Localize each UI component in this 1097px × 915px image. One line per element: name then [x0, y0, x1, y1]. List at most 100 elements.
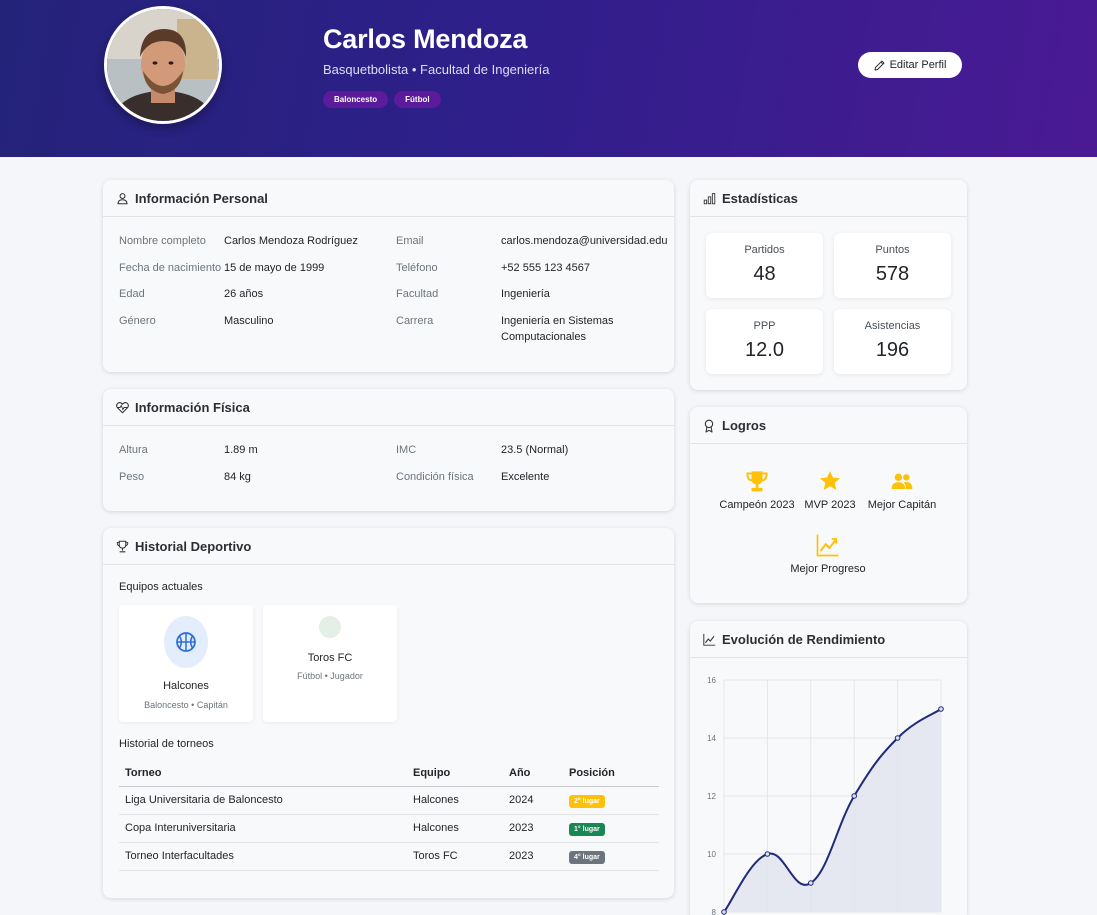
cell-equipo: Toros FC [407, 842, 503, 871]
tag-baloncesto: Baloncesto [323, 91, 389, 108]
stat-ppp: PPP 12.0 [706, 309, 823, 374]
col-equipo: Equipo [407, 760, 503, 787]
stat-asistencias: Asistencias 196 [834, 309, 951, 374]
cell-torneo: Torneo Interfacultades [119, 842, 407, 871]
label-height: Altura [119, 444, 148, 456]
team-card-halcones[interactable]: Halcones Baloncesto • Capitán [119, 605, 253, 722]
value-bmi: 23.5 (Normal) [501, 444, 569, 456]
y-tick-label: 10 [707, 850, 716, 859]
label-faculty: Facultad [396, 288, 439, 300]
value-birth-date: 15 de mayo de 1999 [224, 262, 325, 274]
edit-profile-label: Editar Perfil [889, 59, 947, 71]
cell-anio: 2024 [503, 786, 563, 815]
label-fitness: Condición física [396, 471, 474, 483]
label-age: Edad [119, 288, 145, 300]
stat-label: Partidos [744, 244, 785, 256]
personal-info-card: Información Personal Nombre completo Car… [103, 180, 674, 372]
value-faculty: Ingeniería [501, 288, 550, 300]
label-phone: Teléfono [396, 262, 438, 274]
cell-posicion: 1° lugar [563, 814, 659, 843]
y-tick-label: 12 [707, 792, 716, 801]
col-anio: Año [503, 760, 563, 787]
graph-up-icon [783, 533, 873, 557]
value-email: carlos.mendoza@universidad.edu [501, 235, 668, 247]
cell-torneo: Liga Universitaria de Baloncesto [119, 786, 407, 815]
y-tick-label: 14 [707, 734, 716, 743]
sports-history-title: Historial Deportivo [135, 538, 252, 554]
trophy-outline-icon [116, 540, 129, 553]
data-point [764, 851, 771, 857]
achievements-card: Logros Campeón 2023 MVP 2023 Mejor Capit… [690, 407, 967, 603]
performance-chart: 8 10 12 14 16 [707, 676, 944, 915]
statistics-title: Estadísticas [722, 190, 798, 206]
physical-info-card: Información Física Altura 1.89 m Peso 84… [103, 389, 674, 511]
profile-subtitle: Basquetbolista • Facultad de Ingeniería [323, 62, 550, 77]
cell-anio: 2023 [503, 842, 563, 871]
value-phone: +52 555 123 4567 [501, 262, 591, 274]
basketball-icon [164, 616, 208, 668]
physical-info-title: Información Física [135, 399, 250, 415]
personal-info-title: Información Personal [135, 190, 268, 206]
avatar [104, 6, 222, 124]
cell-posicion: 2° lugar [563, 786, 659, 815]
achievement-label: Mejor Capitán [867, 499, 937, 511]
tournament-table: Torneo Equipo Año Posición Liga Universi… [119, 760, 659, 871]
achievement-label: Mejor Progreso [790, 563, 866, 575]
person-icon [116, 192, 129, 205]
team-name-halcones: Halcones [163, 680, 209, 692]
profile-header: Carlos Mendoza Basquetbolista • Facultad… [0, 0, 1097, 157]
people-icon [857, 469, 947, 493]
label-career: Carrera [396, 315, 434, 327]
award-icon [703, 419, 716, 433]
statistics-card: Estadísticas Partidos 48 Puntos 578 PPP … [690, 180, 967, 390]
data-point [894, 735, 901, 741]
label-gender: Género [119, 315, 156, 327]
profile-tags: Baloncesto Fútbol [323, 91, 441, 108]
personal-info-header: Información Personal [103, 180, 674, 217]
table-row: Copa Interuniversitaria Halcones 2023 1°… [119, 814, 659, 843]
sports-history-header: Historial Deportivo [103, 528, 674, 565]
achievements-header: Logros [690, 407, 967, 444]
y-tick-label: 16 [707, 676, 716, 685]
stat-partidos: Partidos 48 [706, 233, 823, 298]
cell-torneo: Copa Interuniversitaria [119, 814, 407, 843]
position-badge: 4° lugar [569, 851, 605, 864]
physical-info-header: Información Física [103, 389, 674, 426]
performance-title: Evolución de Rendimiento [722, 631, 886, 647]
profile-name: Carlos Mendoza [323, 24, 528, 54]
value-full-name: Carlos Mendoza Rodríguez [224, 235, 358, 247]
soccer-icon [319, 616, 341, 638]
stat-value: 48 [753, 263, 776, 285]
achievement-captain: Mejor Capitán [857, 469, 947, 511]
statistics-header: Estadísticas [690, 180, 967, 217]
stat-value: 578 [875, 263, 910, 285]
data-point [938, 706, 944, 712]
label-full-name: Nombre completo [119, 235, 206, 247]
col-posicion: Posición [563, 760, 659, 787]
value-weight: 84 kg [224, 471, 251, 483]
tournament-history-label: Historial de torneos [119, 738, 214, 750]
edit-profile-button[interactable]: Editar Perfil [858, 52, 962, 78]
team-card-toros[interactable]: Toros FC Fútbol • Jugador [263, 605, 397, 722]
value-fitness: Excelente [501, 471, 550, 483]
table-row: Liga Universitaria de Baloncesto Halcone… [119, 786, 659, 815]
cell-equipo: Halcones [407, 814, 503, 843]
team-name-toros: Toros FC [307, 652, 353, 664]
achievements-title: Logros [722, 417, 767, 433]
stat-value: 12.0 [745, 339, 784, 361]
tag-futbol: Fútbol [394, 91, 441, 108]
current-teams-label: Equipos actuales [119, 581, 203, 593]
data-point [851, 793, 857, 799]
data-point [721, 909, 727, 915]
heart-pulse-icon [116, 401, 129, 414]
table-header-row: Torneo Equipo Año Posición [119, 760, 659, 787]
value-gender: Masculino [224, 315, 274, 327]
stat-label: Asistencias [864, 320, 921, 332]
team-meta-halcones: Baloncesto • Capitán [144, 700, 228, 710]
cell-posicion: 4° lugar [563, 842, 659, 871]
achievement-progress: Mejor Progreso [783, 533, 873, 575]
col-torneo: Torneo [119, 760, 407, 787]
label-birth-date: Fecha de nacimiento [119, 262, 222, 274]
graph-up-icon [703, 633, 716, 646]
table-row: Torneo Interfacultades Toros FC 2023 4° … [119, 842, 659, 871]
